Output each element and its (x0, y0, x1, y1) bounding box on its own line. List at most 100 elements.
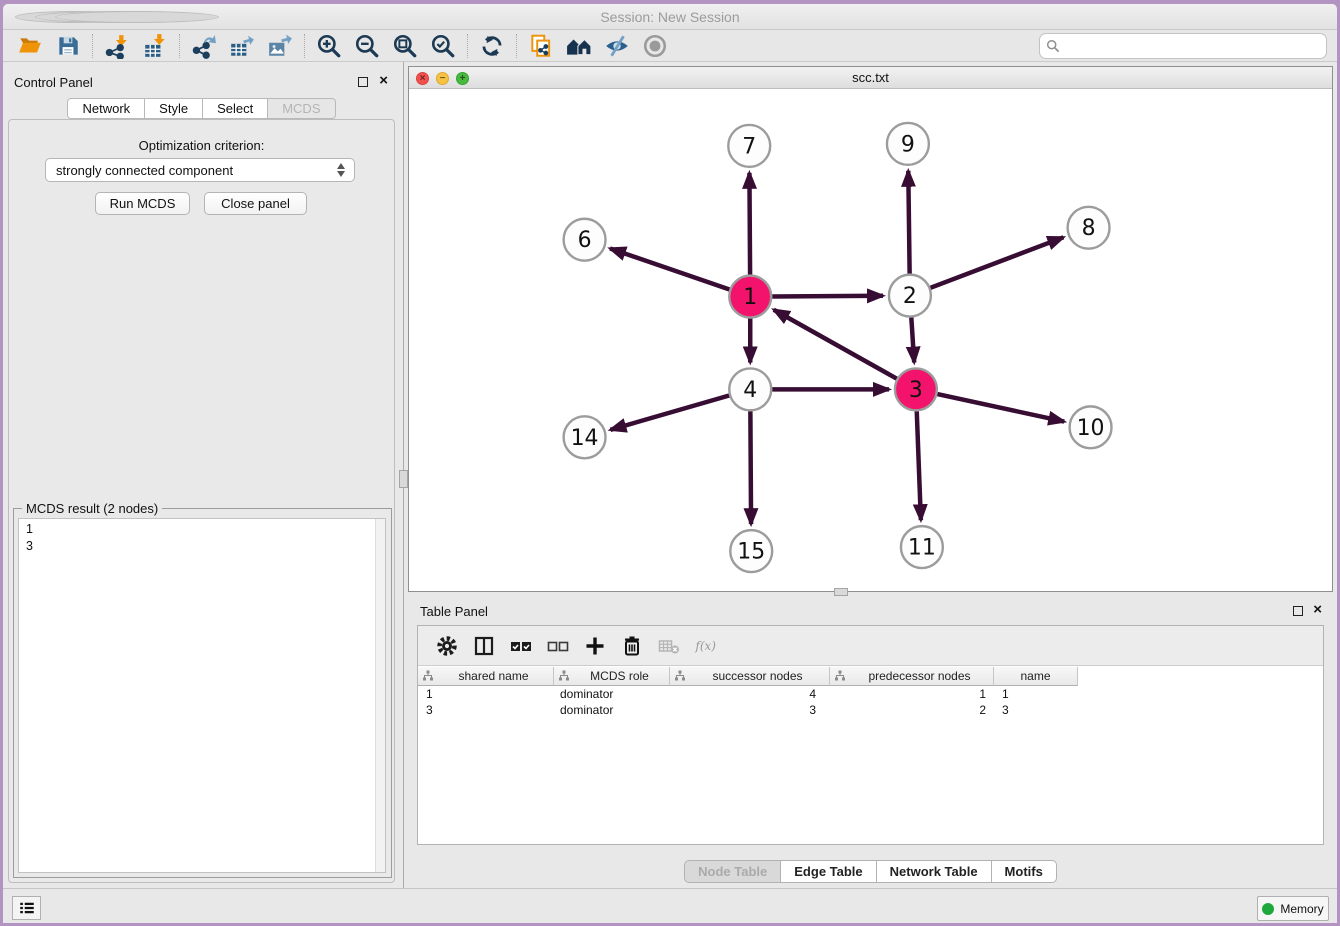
cell-shared-name[interactable]: 3 (418, 703, 554, 719)
table-panel-title: Table Panel (420, 604, 488, 619)
split-pane-grip[interactable] (834, 588, 848, 596)
criterion-value: strongly connected component (56, 163, 233, 178)
table-header-row: shared name MCDS role successor nodes pr… (418, 667, 1078, 686)
graph-edge-2-3[interactable] (911, 318, 914, 363)
column-header-mcds-role[interactable]: MCDS role (554, 667, 670, 686)
deselect-all-columns-icon[interactable] (539, 631, 576, 661)
float-panel-icon[interactable] (358, 77, 368, 87)
graph-edge-1-6[interactable] (610, 248, 729, 289)
network-canvas[interactable]: 1234678910111415 (409, 89, 1332, 591)
show-networks-list-button[interactable] (12, 896, 41, 920)
table-row[interactable]: 3 dominator 3 2 3 (418, 703, 1078, 719)
duplicate-network-icon[interactable] (522, 32, 560, 60)
cell-mcds-role[interactable]: dominator (554, 703, 670, 719)
import-table-icon[interactable] (136, 32, 174, 60)
cell-name[interactable]: 3 (994, 703, 1078, 719)
toolbar-separator (92, 34, 93, 58)
cell-predecessor-nodes[interactable]: 1 (830, 687, 994, 703)
search-input[interactable] (1064, 38, 1320, 53)
result-scrollbar[interactable] (375, 519, 385, 872)
tab-mcds[interactable]: MCDS (268, 98, 335, 119)
import-network-icon[interactable] (98, 32, 136, 60)
toolbar-separator (304, 34, 305, 58)
add-column-icon[interactable] (576, 631, 613, 661)
control-panel: Control Panel × Network Style Select MCD… (3, 62, 400, 888)
graph-edge-3-1[interactable] (774, 310, 897, 379)
select-all-columns-icon[interactable] (502, 631, 539, 661)
export-table-icon[interactable] (223, 32, 261, 60)
column-header-shared-name[interactable]: shared name (418, 667, 554, 686)
cell-successor-nodes[interactable]: 3 (670, 703, 830, 719)
optimization-criterion-label: Optimization criterion: (9, 138, 394, 153)
mcds-result-textarea[interactable]: 1 3 (18, 518, 386, 873)
graph-edge-4-14[interactable] (610, 396, 729, 430)
attribute-tree-icon (674, 670, 686, 682)
tab-network-table[interactable]: Network Table (877, 860, 992, 883)
graph-node-label-6: 6 (578, 228, 592, 253)
graph-node-label-8: 8 (1082, 216, 1096, 241)
graph-edge-2-9[interactable] (908, 171, 909, 274)
tab-select[interactable]: Select (203, 98, 268, 119)
result-line: 3 (26, 538, 385, 555)
column-header-predecessor-nodes[interactable]: predecessor nodes (830, 667, 994, 686)
dropdown-stepper-icon (335, 162, 347, 179)
zoom-fit-icon[interactable] (386, 32, 424, 60)
graph-edge-3-11[interactable] (917, 411, 921, 520)
table-tabs: Node Table Edge Table Network Table Moti… (408, 860, 1333, 883)
cell-successor-nodes[interactable]: 4 (670, 687, 830, 703)
mcds-result-title: MCDS result (2 nodes) (22, 501, 162, 516)
tab-node-table[interactable]: Node Table (684, 860, 781, 883)
zoom-in-icon[interactable] (310, 32, 348, 60)
mcds-pane: Optimization criterion: strongly connect… (8, 119, 395, 883)
graph-edge-4-15[interactable] (750, 411, 751, 524)
panel-divider-grip[interactable] (399, 470, 408, 488)
hide-graphics-details-icon[interactable] (598, 32, 636, 60)
graph-edge-3-10[interactable] (937, 394, 1064, 422)
export-network-icon[interactable] (185, 32, 223, 60)
graph-node-label-9: 9 (901, 132, 915, 157)
save-session-icon[interactable] (49, 32, 87, 60)
graph-node-label-15: 15 (737, 540, 765, 565)
close-panel-button[interactable]: Close panel (204, 192, 307, 215)
memory-button[interactable]: Memory (1257, 896, 1329, 921)
show-graphics-details-icon[interactable] (636, 32, 674, 60)
cell-predecessor-nodes[interactable]: 2 (830, 703, 994, 719)
tab-style[interactable]: Style (145, 98, 203, 119)
network-window-title: scc.txt (409, 70, 1332, 85)
search-icon (1046, 39, 1060, 53)
graph-edge-2-8[interactable] (930, 237, 1063, 287)
column-header-successor-nodes[interactable]: successor nodes (670, 667, 830, 686)
delete-column-icon[interactable] (613, 631, 650, 661)
mac-titlebar: Session: New Session (3, 4, 1337, 30)
criterion-dropdown[interactable]: strongly connected component (45, 158, 355, 182)
open-session-icon[interactable] (11, 32, 49, 60)
close-panel-icon[interactable]: × (379, 76, 388, 86)
function-builder-icon[interactable]: f(x) (687, 631, 724, 661)
apply-layout-icon[interactable] (473, 32, 511, 60)
table-row[interactable]: 1 dominator 4 1 1 (418, 687, 1078, 703)
zoom-out-icon[interactable] (348, 32, 386, 60)
search-box[interactable] (1039, 33, 1327, 59)
network-window-titlebar[interactable]: × − + scc.txt (409, 67, 1332, 89)
zoom-selected-icon[interactable] (424, 32, 462, 60)
cell-name[interactable]: 1 (994, 687, 1078, 703)
network-graph[interactable]: 1234678910111415 (409, 89, 1332, 591)
tab-motifs[interactable]: Motifs (992, 860, 1057, 883)
export-image-icon[interactable] (261, 32, 299, 60)
graph-edge-1-7[interactable] (749, 173, 750, 275)
cell-shared-name[interactable]: 1 (418, 687, 554, 703)
tab-edge-table[interactable]: Edge Table (781, 860, 876, 883)
delete-table-icon[interactable] (650, 631, 687, 661)
float-panel-icon[interactable] (1293, 606, 1303, 616)
home-view-icon[interactable] (560, 32, 598, 60)
graph-edge-1-2[interactable] (772, 296, 883, 297)
cell-mcds-role[interactable]: dominator (554, 687, 670, 703)
tab-network[interactable]: Network (67, 98, 145, 119)
close-panel-icon[interactable]: × (1313, 605, 1322, 615)
column-header-name[interactable]: name (994, 667, 1078, 686)
session-title: Session: New Session (3, 9, 1337, 25)
table-settings-gear-icon[interactable] (428, 631, 465, 661)
split-column-icon[interactable] (465, 631, 502, 661)
run-mcds-button[interactable]: Run MCDS (95, 192, 190, 215)
graph-node-label-10: 10 (1077, 416, 1105, 441)
